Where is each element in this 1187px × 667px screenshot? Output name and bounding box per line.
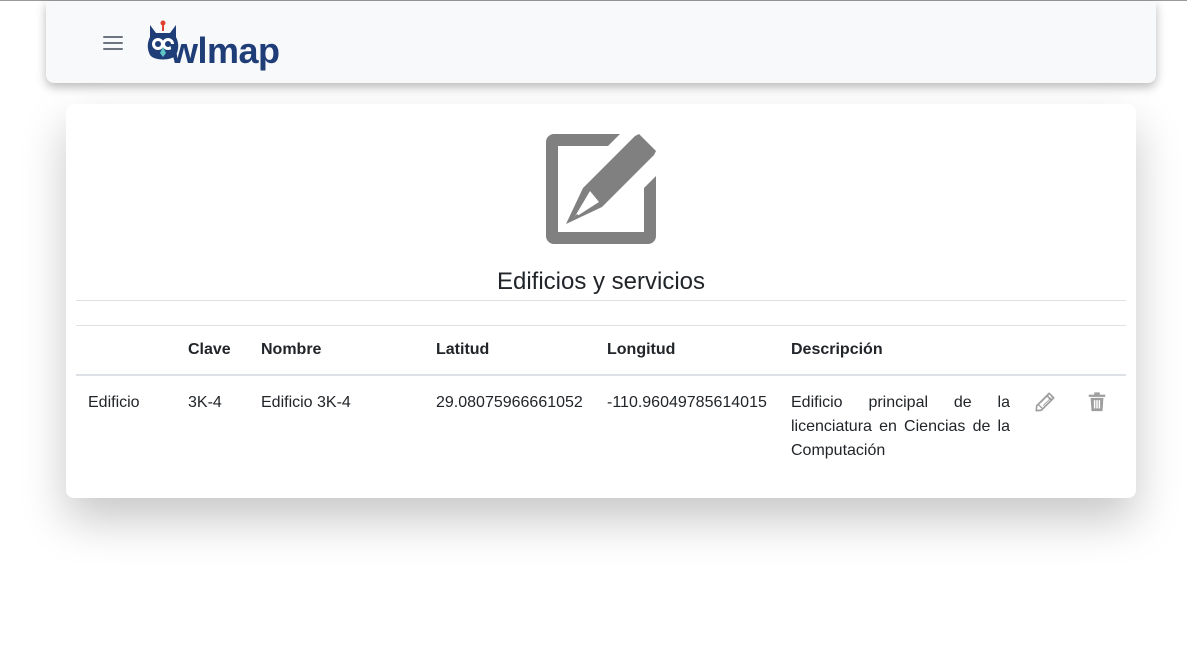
cell-clave: 3K-4	[188, 394, 222, 411]
hamburger-menu-icon[interactable]	[99, 30, 127, 56]
cell-nombre: Edificio 3K-4	[261, 394, 351, 411]
title-divider	[76, 300, 1126, 301]
buildings-table: Clave Nombre Latitud Longitud Descripció…	[76, 325, 1126, 475]
navbar: wlmap	[46, 1, 1156, 83]
logo[interactable]: wlmap	[146, 13, 306, 75]
cell-descripcion: Edificio principal de la licenciatura en…	[791, 394, 1010, 459]
cell-edit	[1022, 375, 1074, 475]
page-title: Edificios y servicios	[496, 268, 706, 295]
edit-square-icon	[546, 134, 656, 244]
cell-delete	[1074, 375, 1126, 475]
header-tipo	[76, 325, 176, 376]
table-row: Edificio 3K-4 Edificio 3K-4 29.080759666…	[76, 375, 1126, 475]
header-edit	[1022, 325, 1074, 376]
cell-longitud: -110.96049785614015	[607, 394, 767, 411]
table-header-row: Clave Nombre Latitud Longitud Descripció…	[76, 325, 1126, 376]
logo-text: wlmap	[170, 30, 280, 71]
cell-latitud: 29.08075966661052	[436, 394, 583, 411]
pencil-icon[interactable]	[1034, 391, 1056, 413]
content-card: Edificios y servicios Clave Nombre Latit…	[66, 104, 1136, 498]
cell-tipo: Edificio	[88, 394, 140, 411]
header-nombre: Nombre	[249, 325, 424, 376]
header-clave: Clave	[176, 325, 249, 376]
header-descripcion: Descripción	[779, 325, 1022, 376]
header-longitud: Longitud	[595, 325, 779, 376]
header-latitud: Latitud	[424, 325, 595, 376]
trash-icon[interactable]	[1086, 391, 1108, 413]
header-delete	[1074, 325, 1126, 376]
